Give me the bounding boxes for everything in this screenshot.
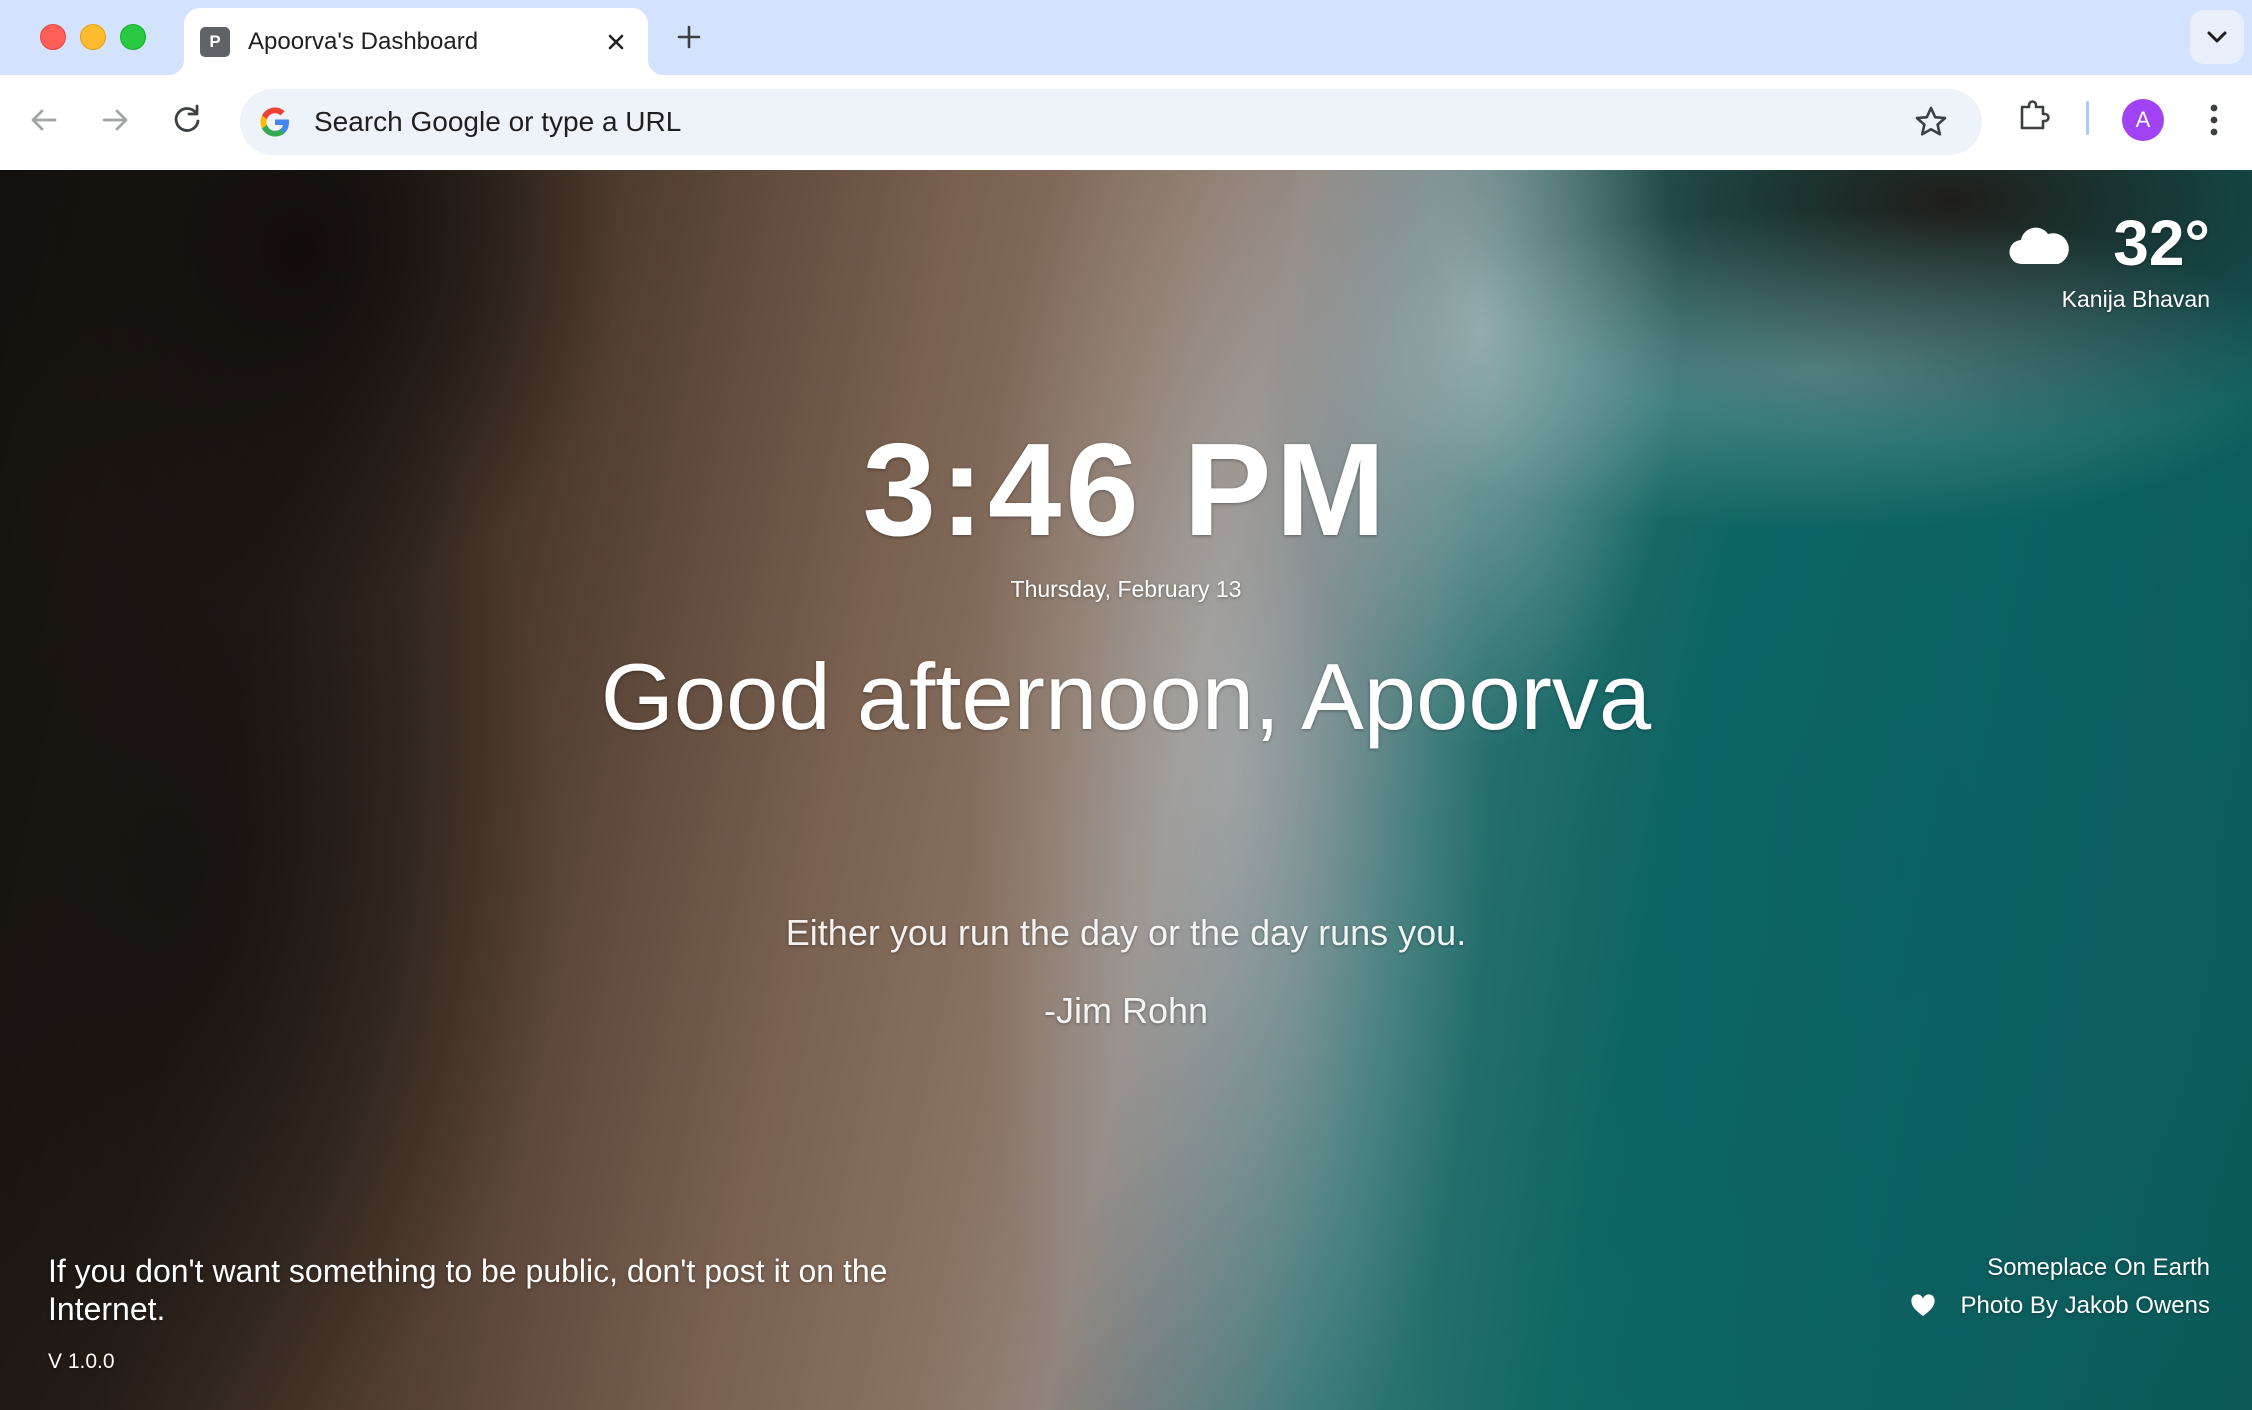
version-label: V 1.0.0 [48, 1350, 115, 1373]
tab-favicon: P [200, 27, 230, 57]
chevron-down-icon [2207, 31, 2227, 43]
weather-widget: 32° Kanija Bhavan [1950, 202, 2210, 322]
daily-quote: Either you run the day or the day runs y… [785, 912, 1467, 953]
heart-icon[interactable] [1910, 1294, 1936, 1318]
browser-toolbar: Search Google or type a URL A [0, 75, 2252, 170]
background-overlay [0, 170, 2252, 1410]
tab-title: Apoorva's Dashboard [248, 28, 479, 55]
photo-location: Someplace On Earth [1987, 1254, 2210, 1281]
cloud-icon [2009, 227, 2069, 265]
reload-button[interactable] [164, 97, 210, 143]
google-icon [260, 107, 289, 137]
current-date: Thursday, February 13 [1010, 576, 1242, 602]
tab-dashboard[interactable]: P Apoorva's Dashboard [168, 8, 664, 75]
temperature: 32° [2113, 207, 2210, 279]
close-window-button[interactable] [40, 24, 66, 50]
clock-time: 3:46 PM [862, 416, 1390, 563]
minimize-window-button[interactable] [80, 24, 106, 50]
greeting-text: Good afternoon, Apoorva [600, 644, 1652, 749]
photo-credit[interactable]: Photo By Jakob Owens [1961, 1292, 2210, 1320]
profile-avatar[interactable]: A [2122, 99, 2164, 141]
back-button[interactable] [21, 97, 67, 143]
bookmark-star-icon[interactable] [1912, 103, 1950, 141]
tab-strip: P Apoorva's Dashboard [0, 0, 2252, 75]
more-menu-icon[interactable] [2198, 97, 2230, 143]
omnibox-placeholder: Search Google or type a URL [314, 106, 682, 137]
extensions-puzzle-icon[interactable] [2014, 95, 2054, 135]
address-bar[interactable]: Search Google or type a URL [240, 89, 1982, 155]
footer-quote: If you don't want something to be public… [48, 1253, 888, 1327]
maximize-window-button[interactable] [120, 24, 146, 50]
weather-location: Kanija Bhavan [2061, 286, 2210, 312]
toolbar-divider [2086, 101, 2089, 135]
quote-author: -Jim Rohn [1043, 990, 1209, 1031]
tab-search-button[interactable] [2190, 10, 2244, 64]
close-tab-icon[interactable] [600, 26, 632, 58]
new-tab-button[interactable] [672, 20, 706, 54]
dashboard-background: 32° Kanija Bhavan 3:46 PM Thursday, Febr… [0, 170, 2252, 1410]
forward-button[interactable] [92, 97, 138, 143]
